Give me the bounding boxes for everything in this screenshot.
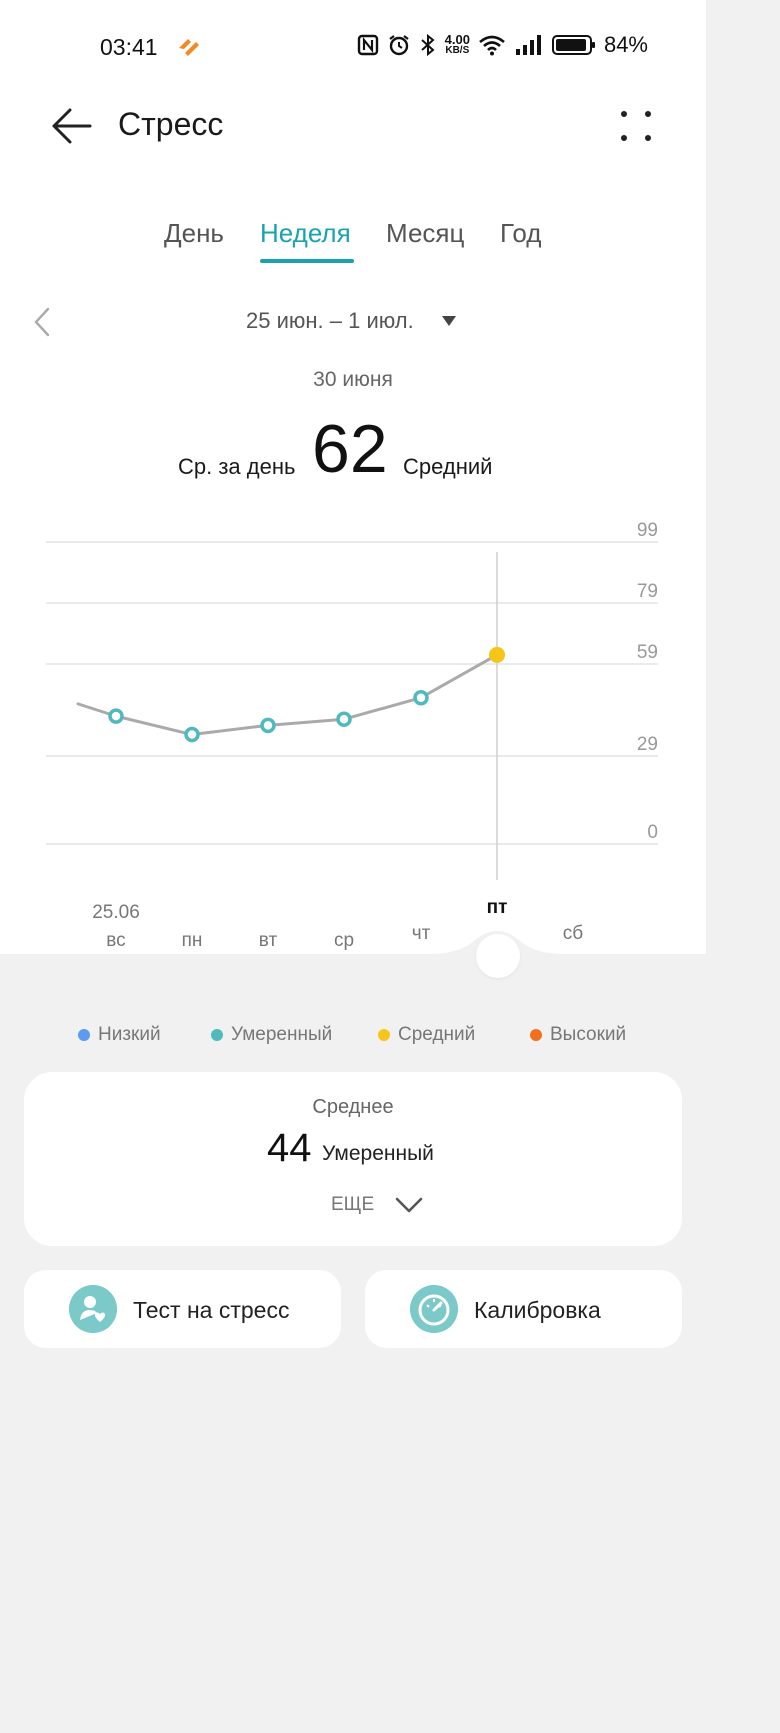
signal-icon — [515, 35, 541, 55]
legend-label-low: Низкий — [98, 1024, 161, 1045]
legend-item-moderate: Умеренный — [211, 1024, 332, 1046]
summary-state: Умеренный — [322, 1142, 434, 1165]
data-point-selected — [489, 646, 505, 663]
wifi-icon — [479, 35, 505, 56]
alarm-icon — [388, 35, 409, 56]
tab-day[interactable]: День — [164, 218, 224, 249]
stress-legend: Низкий Умеренный Средний Высокий — [0, 1024, 706, 1054]
back-arrow-icon[interactable] — [48, 104, 94, 148]
previous-period-chevron-icon[interactable] — [28, 306, 58, 338]
battery-percent: 84% — [603, 32, 648, 57]
calibration-label: Калибровка — [474, 1297, 601, 1323]
chevron-down-icon[interactable] — [394, 1196, 424, 1214]
stress-test-button[interactable]: Тест на стресс — [24, 1270, 341, 1348]
page-title: Стресс — [118, 106, 224, 142]
series-line — [76, 653, 499, 737]
legend-label-moderate: Умеренный — [231, 1024, 333, 1045]
daily-average: Ср. за день 62 Средний — [0, 408, 706, 488]
tab-year[interactable]: Год — [500, 218, 541, 249]
nfc-icon — [357, 34, 378, 56]
net-speed-value: 4.00 — [444, 32, 470, 47]
stress-test-label: Тест на стресс — [133, 1297, 290, 1323]
y-tick-label: 59 — [637, 642, 658, 663]
data-point — [260, 717, 276, 734]
selection-knob[interactable] — [476, 934, 520, 978]
selected-date: 30 июня — [313, 368, 393, 391]
legend-label-average: Средний — [398, 1024, 476, 1045]
daily-average-state: Средний — [403, 454, 493, 479]
tab-week[interactable]: Неделя — [260, 218, 351, 249]
y-tick-label: 29 — [637, 734, 658, 755]
data-point — [336, 711, 352, 727]
status-right: 4.00 KB/S 84% — [357, 32, 648, 58]
legend-item-high: Высокий — [530, 1024, 626, 1046]
notification-app-icon — [179, 39, 199, 56]
gauge-icon — [410, 1285, 458, 1333]
legend-dot-high — [530, 1029, 542, 1041]
more-options-icon[interactable] — [616, 106, 656, 146]
person-heart-icon — [69, 1285, 117, 1333]
daily-average-value: 62 — [312, 411, 388, 487]
battery-icon — [551, 35, 595, 55]
tab-month[interactable]: Месяц — [386, 218, 464, 249]
legend-dot-moderate — [211, 1029, 223, 1041]
status-bar: 03:41 4.00 KB/S 84% — [0, 30, 706, 66]
date-range-selector: 25 июн. – 1 июл. — [0, 306, 706, 340]
net-speed: 4.00 KB/S — [444, 32, 470, 56]
daily-average-label: Ср. за день — [178, 454, 296, 479]
selector-bump — [0, 931, 706, 980]
app-header: Стресс — [0, 96, 706, 156]
y-tick-label: 99 — [637, 520, 658, 541]
legend-item-average: Средний — [378, 1024, 475, 1046]
data-point — [184, 726, 200, 743]
y-tick-label: 79 — [637, 581, 658, 602]
net-speed-unit: KB/S — [445, 45, 470, 56]
legend-item-low: Низкий — [78, 1024, 161, 1046]
status-time: 03:41 — [100, 34, 158, 60]
summary-value: 44 — [267, 1126, 312, 1170]
calibration-button[interactable]: Калибровка — [365, 1270, 682, 1348]
dropdown-caret-icon[interactable] — [441, 315, 457, 327]
date-range-label[interactable]: 25 июн. – 1 июл. — [246, 308, 414, 334]
legend-dot-low — [78, 1029, 90, 1041]
summary-label: Среднее — [312, 1096, 394, 1118]
legend-label-high: Высокий — [550, 1024, 627, 1045]
active-tab-indicator — [260, 259, 354, 263]
bluetooth-icon — [420, 33, 435, 57]
weekly-summary-card: Среднее 44 Умеренный ЕЩЕ — [24, 1072, 682, 1246]
legend-dot-average — [378, 1029, 390, 1041]
data-point — [413, 689, 429, 706]
main-panel: 03:41 4.00 KB/S 84% Стресс День Неделя М… — [0, 0, 706, 955]
data-point — [108, 708, 124, 724]
period-tabs: День Неделя Месяц Год — [0, 218, 706, 268]
more-button[interactable]: ЕЩЕ — [331, 1194, 374, 1216]
y-tick-label: 0 — [647, 822, 658, 843]
